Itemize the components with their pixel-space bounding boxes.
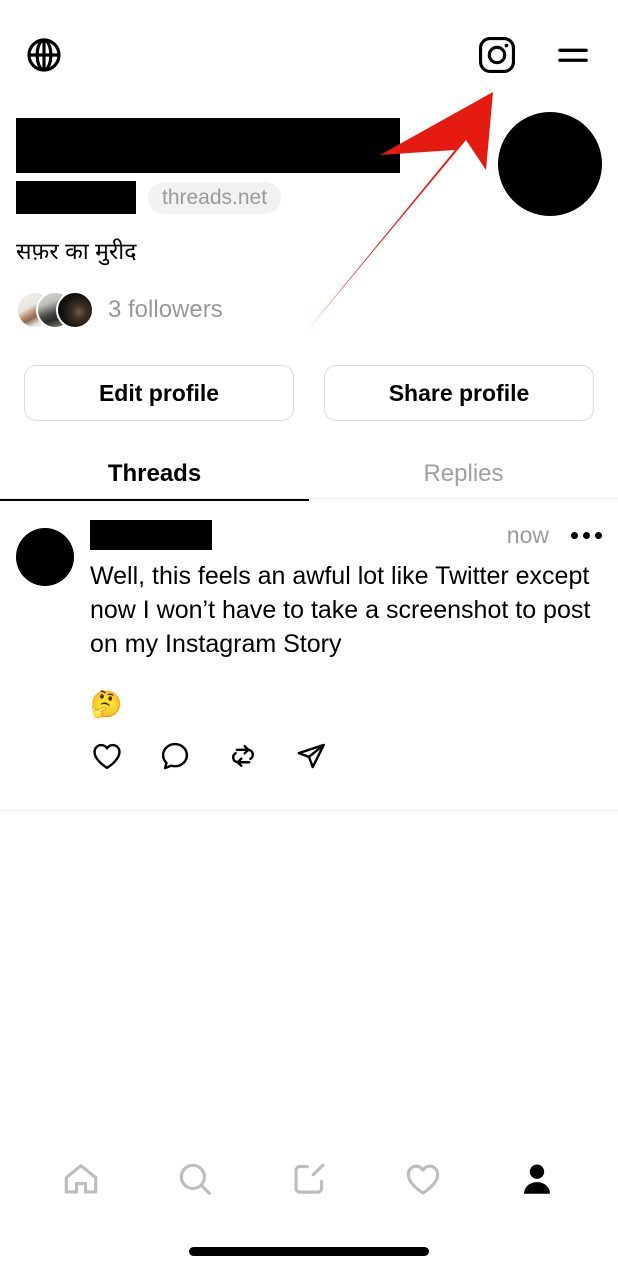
tab-replies[interactable]: Replies [309,447,618,501]
globe-icon[interactable] [24,35,64,75]
nav-profile[interactable] [499,1150,575,1212]
share-profile-button[interactable]: Share profile [324,365,594,421]
followers-facepile [16,291,94,330]
edit-profile-button[interactable]: Edit profile [24,365,294,421]
follower-avatar [56,291,94,330]
followers-count-label: 3 followers [108,296,223,324]
profile-tabs: Threads Replies [0,447,618,501]
display-name-redaction [16,118,400,173]
profile-top-row: threads.net सफ़र का मुरीद 3 followers [16,110,602,330]
profile-header: threads.net सफ़र का मुरीद 3 followers [0,110,618,330]
post-more-options-icon[interactable] [571,531,602,539]
post-emoji: 🤔 [90,689,123,720]
home-indicator [189,1247,429,1256]
search-icon [174,1158,216,1205]
home-icon [60,1158,102,1205]
profile-avatar[interactable] [498,112,602,216]
post-body: now Well, this feels an awful lot like T… [90,518,602,778]
top-bar [0,0,618,110]
username-row: threads.net [16,181,498,214]
heart-icon[interactable] [90,739,124,778]
profile-info: threads.net सफ़र का मुरीद 3 followers [16,110,498,330]
profile-bio: सफ़र का मुरीद [16,238,137,264]
post-header: now [90,518,602,552]
hamburger-menu-icon[interactable] [552,34,594,76]
post-author-avatar[interactable] [16,528,74,586]
tab-threads[interactable]: Threads [0,447,309,501]
threads-profile-screen: threads.net सफ़र का मुरीद 3 followers Ed… [0,0,618,1280]
username-redaction [16,181,136,214]
nav-home[interactable] [43,1150,119,1212]
share-icon[interactable] [294,739,328,778]
post-author-name-redaction [90,520,212,550]
repost-icon[interactable] [226,739,260,778]
heart-icon [402,1158,444,1205]
comment-icon[interactable] [158,739,192,778]
post-divider [0,810,618,811]
bottom-navigation [0,1140,618,1222]
nav-compose[interactable] [271,1150,347,1212]
tabs-bottom-rule [0,498,618,499]
followers-row[interactable]: 3 followers [16,291,498,330]
nav-search[interactable] [157,1150,233,1212]
domain-badge: threads.net [148,181,282,214]
post-timestamp: now [506,521,549,548]
post-meta: now [507,522,602,549]
post-action-bar [90,739,602,778]
compose-icon [288,1158,330,1205]
person-icon [516,1158,558,1205]
top-bar-right-group [476,34,594,76]
nav-activity[interactable] [385,1150,461,1212]
instagram-icon[interactable] [476,34,518,76]
post-row: now Well, this feels an awful lot like T… [16,518,602,778]
thread-post: now Well, this feels an awful lot like T… [0,510,618,778]
profile-action-buttons: Edit profile Share profile [0,365,618,421]
post-text: Well, this feels an awful lot like Twitt… [90,562,591,658]
